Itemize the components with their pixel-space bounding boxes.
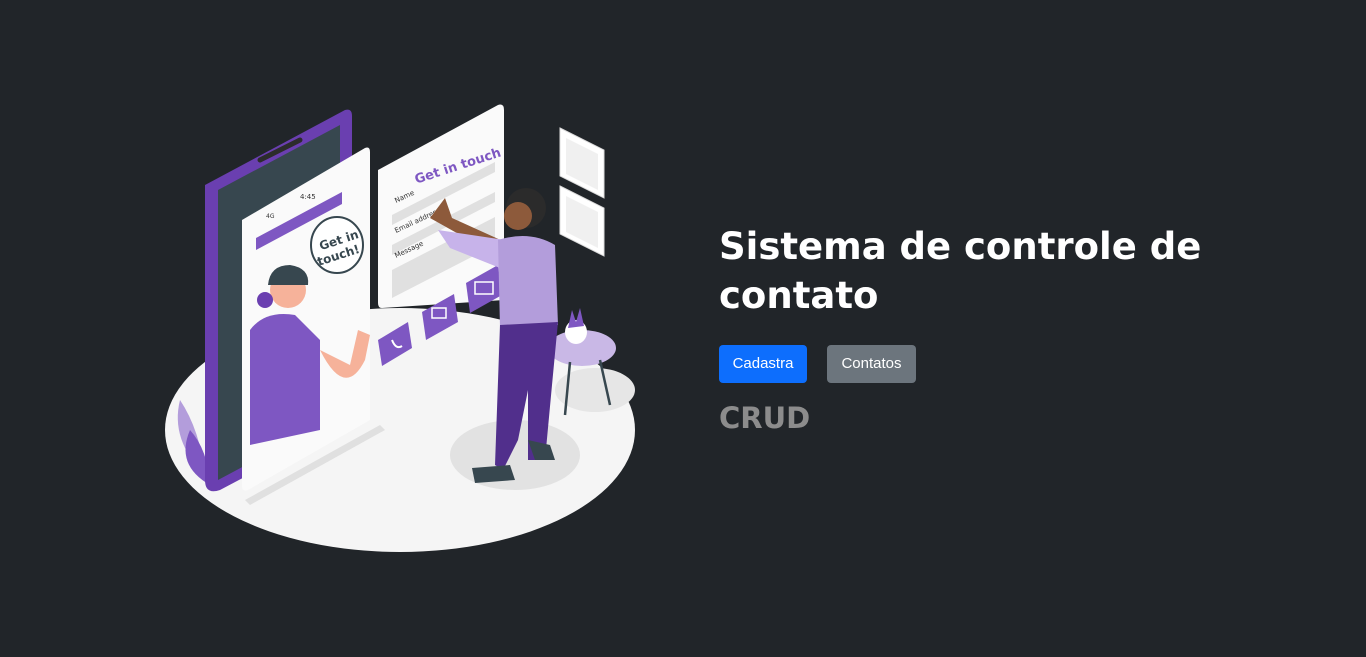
- picture-frame-icon: [559, 127, 605, 257]
- action-buttons: Cadastra Contatos: [719, 345, 1239, 383]
- phone-signal: 4G: [266, 213, 275, 220]
- phone-time: 4:45: [300, 193, 316, 201]
- contact-illustration: 4:45 4G Get in touch! Get in touch Name …: [165, 104, 635, 552]
- page: 4:45 4G Get in touch! Get in touch Name …: [0, 0, 1366, 657]
- hero-section: Sistema de controle de contato Cadastra …: [719, 222, 1239, 435]
- crud-subtitle: CRUD: [719, 401, 811, 435]
- contatos-button[interactable]: Contatos: [827, 345, 916, 383]
- cadastra-button[interactable]: Cadastra: [719, 345, 807, 383]
- page-title: Sistema de controle de contato: [719, 225, 1202, 317]
